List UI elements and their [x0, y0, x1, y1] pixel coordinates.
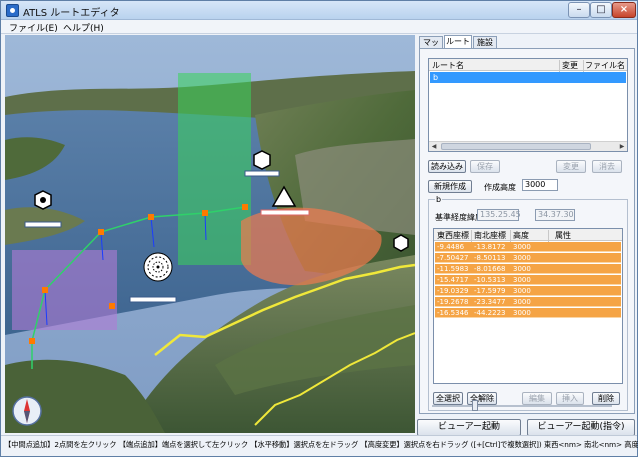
title-bar: ATLS ルートエディタ – □ × — [1, 1, 637, 20]
insert-button[interactable]: 挿入 — [556, 392, 584, 405]
table-row[interactable]: -7.50427 -8.50113 3000 — [435, 253, 621, 263]
slider-thumb[interactable] — [472, 400, 478, 411]
cell-east: -19.0329 — [437, 287, 469, 295]
menu-file[interactable]: ファイル(E) — [9, 21, 58, 34]
cell-alt: 3000 — [513, 309, 531, 317]
point-table[interactable]: 東西座標 南北座標 高度 属性 -9.4486 -13.8172 3000 -7.5… — [433, 228, 623, 384]
table-row[interactable]: -15.4717 -10.5313 3000 — [435, 275, 621, 285]
table-row[interactable]: -16.5346 -44.2223 3000 — [435, 308, 621, 318]
cell-east: -15.4717 — [437, 276, 469, 284]
cell-alt: 3000 — [513, 276, 531, 284]
tab-map[interactable]: マップ — [419, 36, 443, 58]
slider-track[interactable] — [432, 405, 612, 407]
cell-alt: 3000 — [513, 298, 531, 306]
tab-route[interactable]: ルート — [444, 35, 472, 48]
map-3d-viewport[interactable] — [5, 35, 415, 433]
app-icon — [6, 4, 19, 17]
col-attribute[interactable]: 属性 — [555, 230, 571, 241]
route-row-name: b — [433, 73, 439, 82]
erase-button[interactable]: 消去 — [592, 160, 622, 173]
cell-east: -19.2678 — [437, 298, 469, 306]
point-table-header: 東西座標 南北座標 高度 属性 — [434, 229, 622, 242]
delete-button[interactable]: 削除 — [592, 392, 620, 405]
close-button[interactable]: × — [612, 2, 636, 18]
load-button[interactable]: 読み込み — [428, 160, 466, 173]
maximize-button[interactable]: □ — [590, 2, 612, 18]
table-row[interactable]: -19.2678 -23.3477 3000 — [435, 297, 621, 307]
cell-north: -13.8172 — [474, 243, 506, 251]
cell-alt: 3000 — [513, 287, 531, 295]
base-coord-label: 基準経度緯度 — [435, 213, 483, 222]
col-filename[interactable]: ファイル名 — [585, 60, 625, 71]
route-tab-content: ルート名 変更 ファイル名 b ◀ ▶ 読み込み 保存 変更 消去 新規作成 作… — [419, 48, 635, 414]
cell-north: -17.5979 — [474, 287, 506, 295]
change-button[interactable]: 変更 — [556, 160, 586, 173]
save-button[interactable]: 保存 — [470, 160, 500, 173]
cell-north: -8.50113 — [474, 254, 506, 262]
route-panel: マップ ルート 施設 ルート名 変更 ファイル名 b ◀ ▶ — [417, 35, 637, 436]
green-airspace-volume — [178, 73, 251, 265]
window-title: ATLS ルートエディタ — [23, 8, 120, 19]
create-altitude-input[interactable]: 3000 — [522, 179, 558, 191]
status-text: 【中間点追加】2点間を左クリック 【端点追加】端点を選択して左クリック 【水平移… — [4, 440, 638, 449]
route-list[interactable]: ルート名 変更 ファイル名 b ◀ ▶ — [428, 58, 628, 152]
app-window: ATLS ルートエディタ – □ × ファイル(E) ヘルプ(H) マッ ルート… — [0, 0, 638, 457]
cell-north: -44.2223 — [474, 309, 506, 317]
base-latitude-input[interactable]: 34.37.30 — [535, 209, 575, 221]
cell-alt: 3000 — [513, 254, 531, 262]
table-row[interactable]: -9.4486 -13.8172 3000 — [435, 242, 621, 252]
table-row[interactable]: -11.5983 -8.01668 3000 — [435, 264, 621, 274]
viewer-launch-command-button[interactable]: ビューアー起動(指令) — [527, 419, 635, 436]
radar-station-icon — [393, 234, 409, 252]
edit-button[interactable]: 編集 — [522, 392, 552, 405]
cell-north: -8.01668 — [474, 265, 506, 273]
compass-icon — [12, 396, 42, 426]
col-route-name[interactable]: ルート名 — [432, 60, 464, 71]
new-route-button[interactable]: 新規作成 — [428, 180, 472, 193]
base-longitude-input[interactable]: 135.25.45 — [477, 209, 521, 221]
route-group-title: b — [435, 195, 443, 204]
cell-alt: 3000 — [513, 265, 531, 273]
create-altitude-label: 作成高度 — [484, 183, 516, 192]
cell-north: -10.5313 — [474, 276, 506, 284]
table-row[interactable]: -19.0329 -17.5979 3000 — [435, 286, 621, 296]
scroll-right-icon[interactable]: ▶ — [617, 142, 627, 151]
cell-alt: 3000 — [513, 243, 531, 251]
cell-north: -23.3477 — [474, 298, 506, 306]
route-list-scrollbar[interactable]: ◀ ▶ — [429, 141, 627, 151]
col-north[interactable]: 南北座標 — [474, 230, 506, 241]
col-altitude[interactable]: 高度 — [513, 230, 529, 241]
tab-facility[interactable]: 施設 — [473, 36, 497, 48]
cell-east: -7.50427 — [437, 254, 469, 262]
cell-east: -9.4486 — [437, 243, 465, 251]
purple-airspace-volume — [12, 250, 117, 330]
route-group: b 基準経度緯度 135.25.45 34.37.30 東西座標 南北座標 高度… — [428, 195, 628, 411]
terrain-view — [5, 35, 415, 433]
menu-help[interactable]: ヘルプ(H) — [63, 21, 104, 34]
route-row[interactable]: b — [430, 72, 626, 83]
menu-bar: ファイル(E) ヘルプ(H) — [1, 20, 637, 34]
select-all-button[interactable]: 全選択 — [433, 392, 463, 405]
col-changed[interactable]: 変更 — [562, 60, 578, 71]
scroll-thumb[interactable] — [441, 143, 591, 150]
cell-east: -16.5346 — [437, 309, 469, 317]
viewer-launch-button[interactable]: ビューアー起動 — [417, 419, 521, 436]
scroll-left-icon[interactable]: ◀ — [429, 142, 439, 151]
col-east[interactable]: 東西座標 — [437, 230, 469, 241]
minimize-button[interactable]: – — [568, 2, 590, 18]
status-bar: 【中間点追加】2点間を左クリック 【端点追加】端点を選択して左クリック 【水平移… — [1, 435, 638, 456]
route-list-header: ルート名 変更 ファイル名 — [429, 59, 627, 72]
cell-east: -11.5983 — [437, 265, 469, 273]
